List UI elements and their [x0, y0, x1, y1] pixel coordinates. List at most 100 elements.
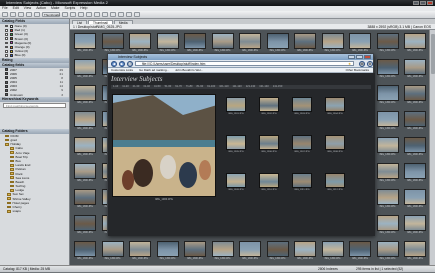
- checkbox[interactable]: [5, 45, 8, 49]
- bookmark-star-icon[interactable]: ★: [348, 62, 351, 67]
- page-thumbnail[interactable]: [292, 135, 312, 150]
- maximize-button[interactable]: [420, 1, 426, 5]
- rotate-left-icon[interactable]: [62, 12, 68, 17]
- minimize-button[interactable]: [413, 1, 419, 5]
- browser-maximize-button[interactable]: [356, 55, 363, 59]
- gallery-thumbnail[interactable]: [376, 111, 399, 127]
- forward-arrow-icon[interactable]: ▶: [119, 60, 125, 67]
- page-thumbnail[interactable]: [226, 135, 246, 150]
- gallery-thumbnail[interactable]: [376, 33, 399, 49]
- browser-minimize-button[interactable]: [348, 55, 355, 59]
- lightbox-icon[interactable]: [86, 12, 92, 17]
- gallery-thumbnail[interactable]: [184, 241, 206, 257]
- keywords-search-input[interactable]: Find matching keywords: [3, 102, 66, 108]
- gallery-thumbnail[interactable]: [156, 241, 179, 257]
- catalog-icon[interactable]: [2, 12, 8, 17]
- bookmark-item[interactable]: John Boutdin's Wel...: [175, 68, 203, 72]
- gallery-thumbnail[interactable]: [74, 59, 96, 75]
- gallery-thumbnail[interactable]: [266, 33, 289, 49]
- convert-icon[interactable]: [118, 12, 124, 17]
- page-nav-link[interactable]: 11-20: [122, 85, 128, 88]
- gallery-thumbnail[interactable]: [294, 33, 316, 49]
- gallery-thumbnail[interactable]: [74, 137, 96, 153]
- large-photo[interactable]: [112, 94, 216, 197]
- gallery-thumbnail[interactable]: [294, 241, 316, 257]
- bookmark-item[interactable]: Go Diath ad marking...: [139, 68, 169, 72]
- checkbox[interactable]: [5, 24, 8, 28]
- gallery-thumbnail[interactable]: [239, 33, 261, 49]
- page-thumbnail[interactable]: [292, 173, 312, 188]
- gallery-thumbnail[interactable]: [266, 241, 289, 257]
- save-icon[interactable]: [18, 12, 24, 17]
- page-menu-icon[interactable]: ▤: [359, 60, 365, 67]
- gallery-thumbnail[interactable]: [404, 241, 426, 257]
- import-icon[interactable]: [26, 12, 32, 17]
- view-mode-select[interactable]: Thumbnails: [42, 12, 60, 17]
- back-arrow-icon[interactable]: ◀: [111, 60, 117, 67]
- gallery-thumbnail[interactable]: [404, 137, 426, 153]
- checkbox[interactable]: [5, 37, 8, 40]
- page-nav-link[interactable]: 141-150: [273, 85, 283, 88]
- gallery-thumbnail[interactable]: [74, 111, 96, 127]
- print-icon[interactable]: [94, 12, 100, 17]
- gallery-thumbnail[interactable]: [211, 241, 234, 257]
- gallery-thumbnail[interactable]: [129, 241, 151, 257]
- page-nav-link[interactable]: 81-90: [197, 85, 204, 88]
- gallery-thumbnail[interactable]: [74, 241, 96, 257]
- checkbox[interactable]: [5, 54, 8, 57]
- page-nav-link[interactable]: 1-10: [113, 85, 118, 88]
- page-thumbnail[interactable]: [226, 97, 246, 112]
- list-view-icon[interactable]: [34, 12, 40, 17]
- gallery-thumbnail[interactable]: [349, 241, 371, 257]
- gallery-thumbnail[interactable]: [211, 33, 234, 49]
- checkbox[interactable]: [5, 33, 8, 36]
- open-icon[interactable]: [10, 12, 16, 17]
- gallery-thumbnail[interactable]: [101, 241, 124, 257]
- close-button[interactable]: [427, 1, 433, 5]
- page-thumbnail[interactable]: [325, 135, 345, 150]
- gallery-thumbnail[interactable]: [404, 215, 426, 231]
- page-thumbnail[interactable]: [325, 173, 345, 188]
- page-thumbnail[interactable]: [259, 97, 279, 112]
- browser-close-button[interactable]: [364, 55, 371, 59]
- gallery-thumbnail[interactable]: [376, 137, 399, 153]
- gallery-thumbnail[interactable]: [404, 189, 426, 205]
- page-nav-link[interactable]: 41-50: [154, 85, 161, 88]
- page-nav-link[interactable]: 71-80: [186, 85, 193, 88]
- gallery-thumbnail[interactable]: [74, 215, 96, 231]
- bookmark-item[interactable]: Customize Links: [111, 68, 133, 72]
- reload-icon[interactable]: ↻: [127, 60, 133, 67]
- page-thumbnail[interactable]: [259, 135, 279, 150]
- gallery-thumbnail[interactable]: [404, 59, 426, 75]
- scrollbar-thumb[interactable]: [431, 34, 435, 74]
- gallery-thumbnail[interactable]: [376, 163, 399, 179]
- page-nav-link[interactable]: 111-120: [233, 85, 242, 88]
- search-icon[interactable]: [134, 12, 140, 17]
- gallery-thumbnail[interactable]: [74, 189, 96, 205]
- page-thumbnail[interactable]: [292, 97, 312, 112]
- tools-menu-icon[interactable]: ⚙: [367, 60, 373, 67]
- web-gallery-icon[interactable]: [110, 12, 116, 17]
- gallery-thumbnail[interactable]: [321, 33, 344, 49]
- page-nav-link[interactable]: 121-130: [246, 85, 256, 88]
- page-thumbnail[interactable]: [325, 97, 345, 112]
- info-icon[interactable]: [126, 12, 132, 17]
- page-nav-link[interactable]: 101-110: [219, 85, 228, 88]
- page-thumbnail[interactable]: [259, 173, 279, 188]
- gallery-thumbnail[interactable]: [349, 33, 371, 49]
- gallery-thumbnail[interactable]: [404, 85, 426, 101]
- checkbox[interactable]: [5, 49, 8, 53]
- gallery-thumbnail[interactable]: [321, 241, 344, 257]
- gallery-thumbnail[interactable]: [156, 33, 179, 49]
- page-nav-link[interactable]: 51-60: [165, 85, 172, 88]
- gallery-thumbnail[interactable]: [129, 33, 151, 49]
- gallery-thumbnail[interactable]: [376, 85, 399, 101]
- gallery-thumbnail[interactable]: [74, 85, 96, 101]
- page-nav-link[interactable]: 131-140: [259, 85, 269, 88]
- url-input[interactable]: file:///C:/Users/user/Desktop/stuff/inde…: [135, 61, 354, 66]
- keywords-header[interactable]: Hierarchical Keywords: [0, 96, 69, 102]
- page-nav-link[interactable]: 21-30: [133, 85, 140, 88]
- gallery-thumbnail[interactable]: [184, 33, 206, 49]
- gallery-thumbnail[interactable]: [74, 163, 96, 179]
- checkbox[interactable]: [5, 28, 8, 32]
